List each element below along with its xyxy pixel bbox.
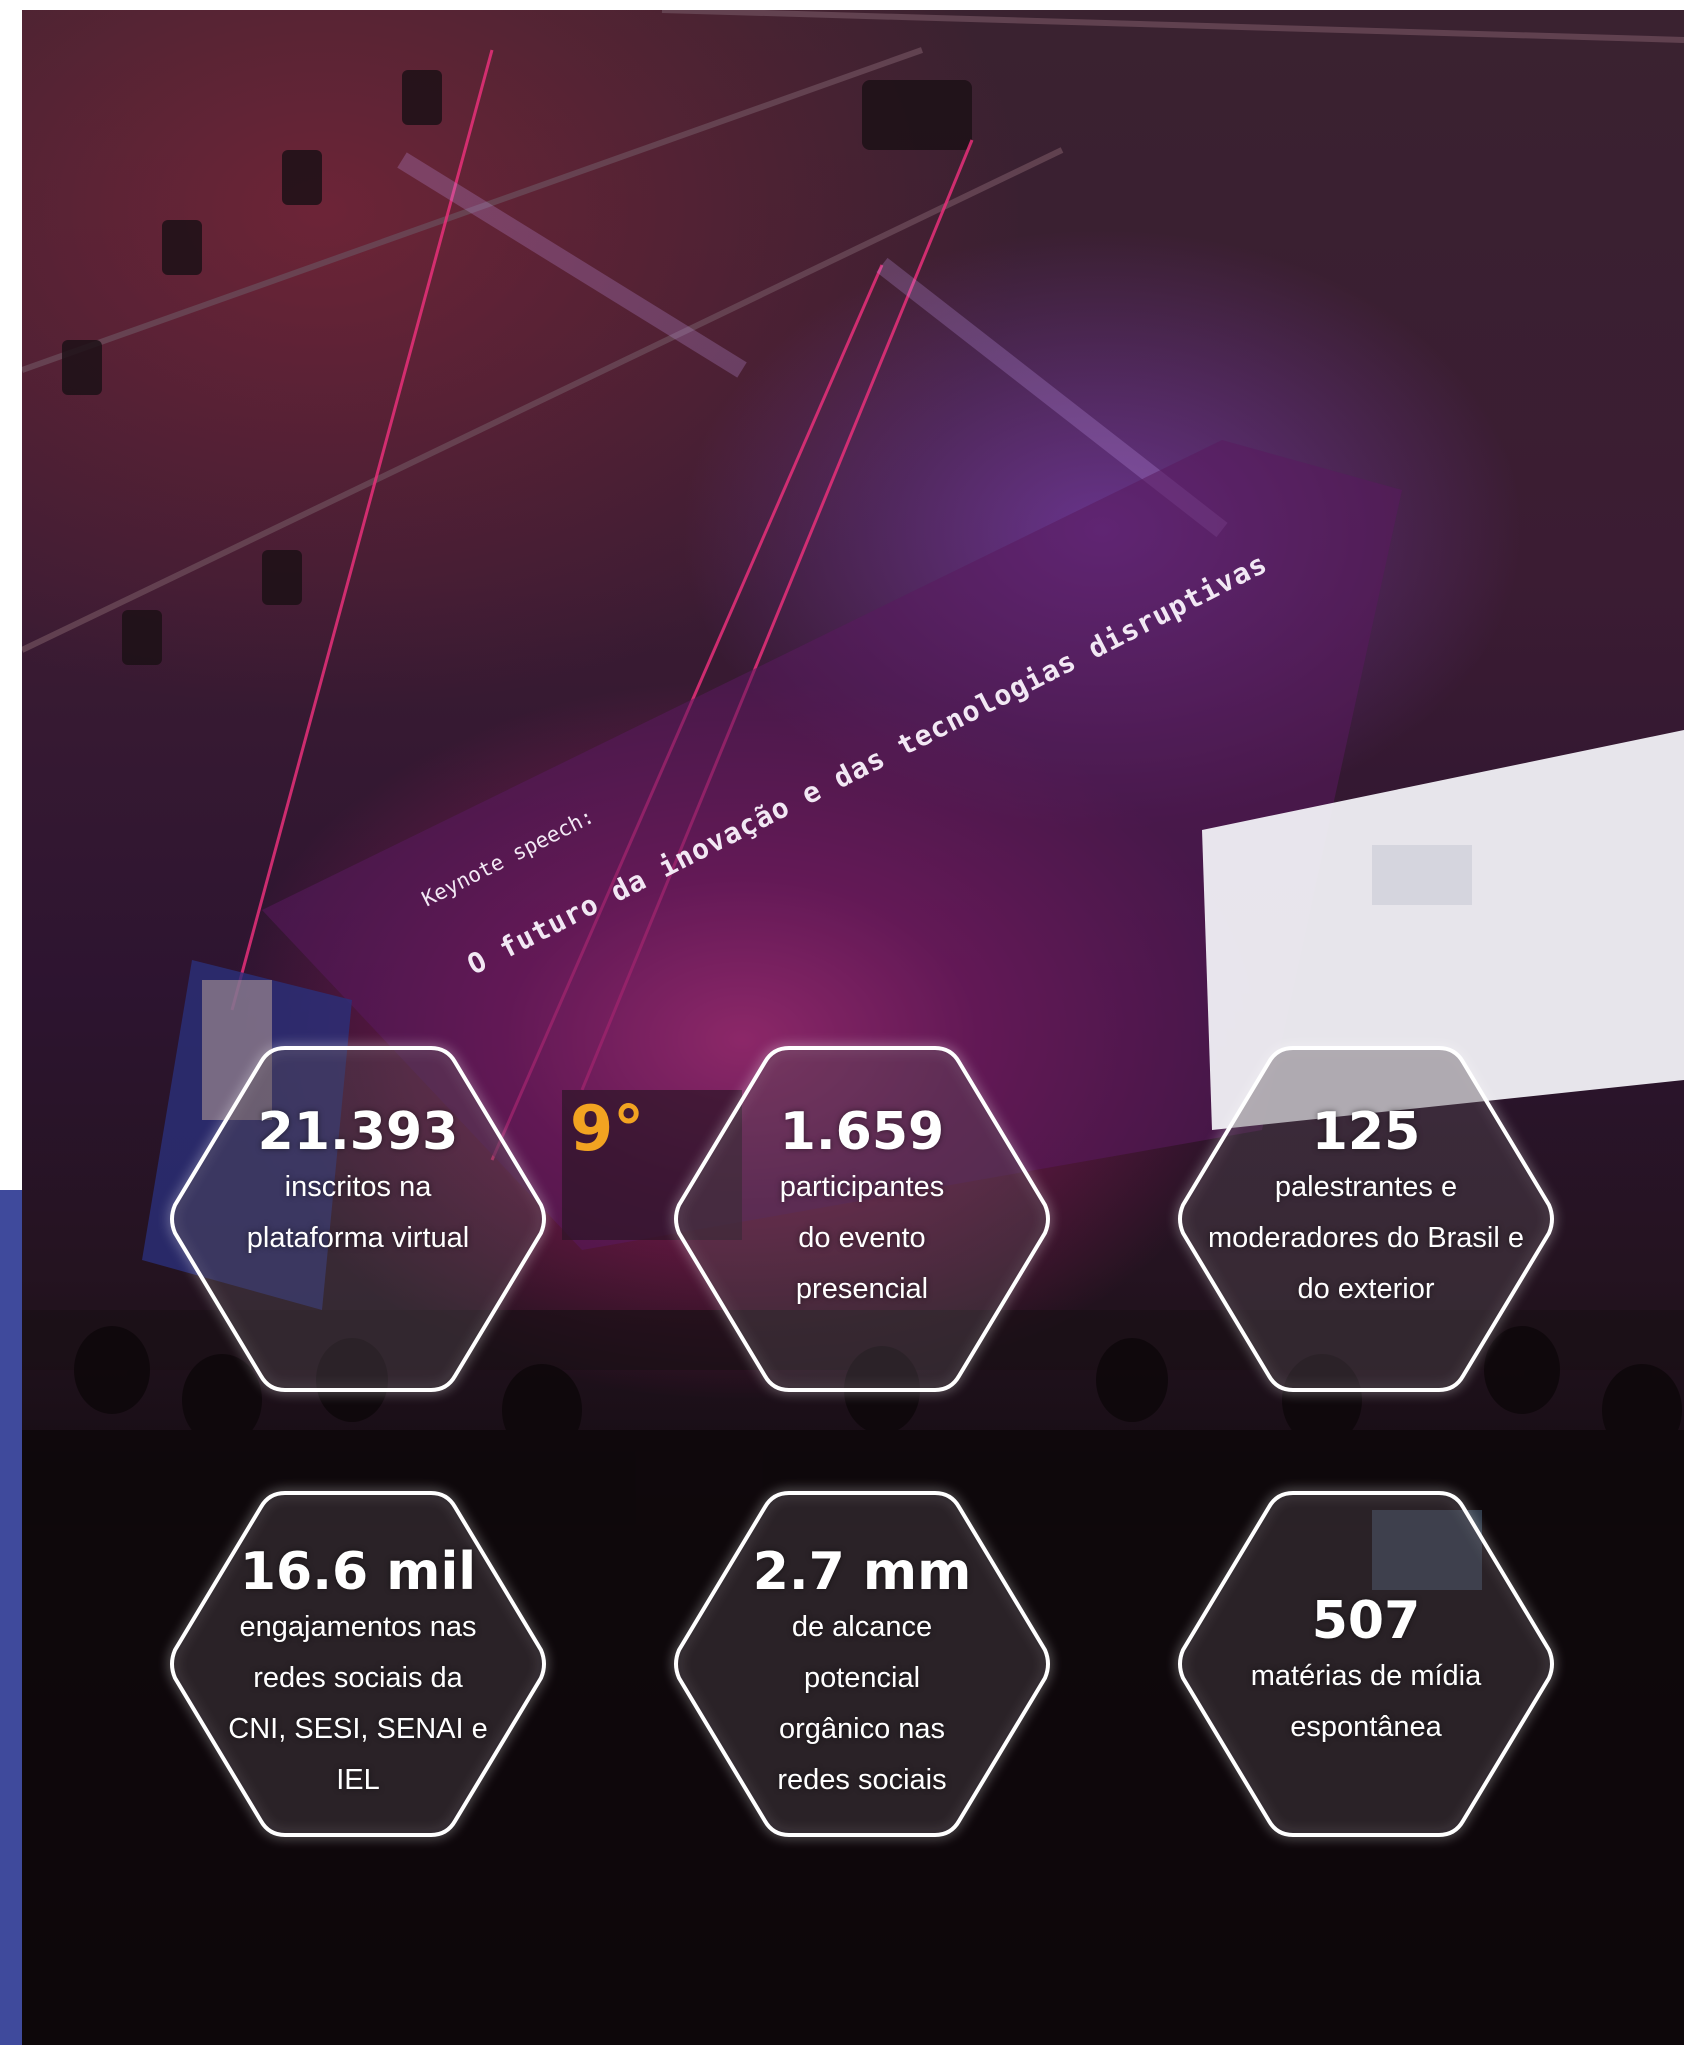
stat-description: engajamentos nas redes sociais da CNI, S… [228, 1611, 488, 1796]
stat-description: inscritos na plataforma virtual [246, 1171, 470, 1254]
stat-number: 125 [1311, 1102, 1421, 1162]
stat-speakers: 125 palestrantes e moderadores do Brasil… [1171, 1042, 1561, 1396]
stat-description: palestrantes e moderadores do Brasil e d… [1208, 1171, 1524, 1305]
stat-number: 21.393 [257, 1102, 459, 1162]
stat-description: de alcance potencial orgânico nas redes … [777, 1611, 947, 1796]
stat-description: participantes do evento presencial [779, 1171, 945, 1305]
stat-number: 1.659 [779, 1102, 945, 1162]
stat-description: matérias de mídia espontânea [1250, 1660, 1482, 1743]
stat-engagements: 16.6 mil engajamentos nas redes sociais … [163, 1487, 553, 1841]
stat-media: 507 matérias de mídia espontânea [1171, 1487, 1561, 1841]
stat-number: 16.6 mil [239, 1542, 477, 1602]
svg-text:9°: 9° [570, 1092, 644, 1165]
stat-number: 507 [1311, 1591, 1421, 1651]
stat-reach: 2.7 mm de alcance potencial orgânico nas… [667, 1487, 1057, 1841]
stat-number: 2.7 mm [752, 1542, 972, 1602]
accent-side-bar [0, 1190, 22, 2045]
stat-participants: 1.659 participantes do evento presencial [667, 1042, 1057, 1396]
stat-registrations: 21.393 inscritos na plataforma virtual [163, 1042, 553, 1396]
